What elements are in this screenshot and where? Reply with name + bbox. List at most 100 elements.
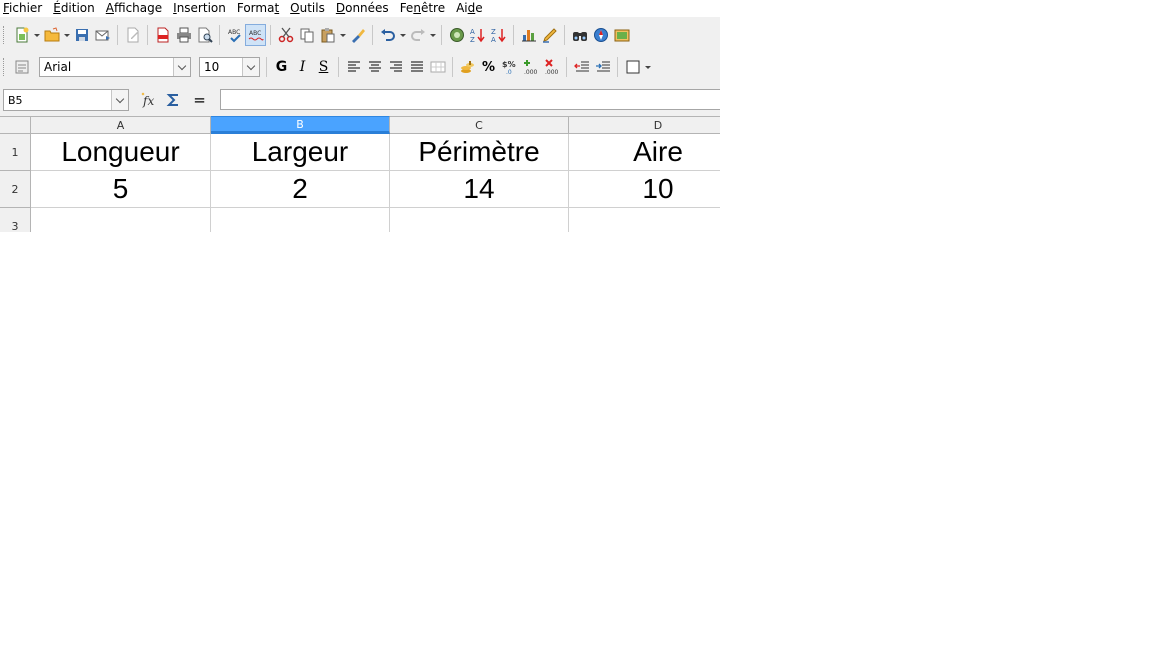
function-wizard-icon[interactable]: fx (138, 89, 159, 111)
redo-icon[interactable] (407, 24, 428, 46)
menu-outils[interactable]: Outils (290, 0, 325, 17)
menu-aide[interactable]: Aide (456, 0, 483, 17)
cell-b2[interactable]: 2 (211, 171, 390, 208)
svg-text:Z: Z (491, 28, 496, 36)
column-header-c[interactable]: C (390, 116, 569, 134)
find-replace-icon[interactable] (569, 24, 590, 46)
toolbar-separator (564, 25, 565, 45)
styles-icon[interactable] (11, 56, 32, 78)
email-icon[interactable] (92, 24, 113, 46)
print-icon[interactable] (173, 24, 194, 46)
name-box[interactable]: B5 (3, 89, 129, 111)
menu-insertion[interactable]: Insertion (173, 0, 226, 17)
redo-dropdown[interactable] (428, 24, 437, 46)
menu-edition[interactable]: Édition (53, 0, 95, 17)
menu-fenetre[interactable]: Fenêtre (400, 0, 445, 17)
export-pdf-icon[interactable] (152, 24, 173, 46)
toolbar-grip[interactable] (3, 58, 9, 76)
row-header-3[interactable]: 3 (0, 208, 31, 232)
formula-input[interactable] (220, 89, 720, 110)
font-name-select[interactable]: Arial (39, 57, 191, 77)
toolbar-separator (617, 57, 618, 77)
chevron-down-icon[interactable] (173, 58, 190, 76)
standard-toolbar: ABC ABC AZ ZA (0, 20, 720, 50)
navigator-icon[interactable] (446, 24, 467, 46)
cell-a2[interactable]: 5 (31, 171, 211, 208)
cell-c1[interactable]: Périmètre (390, 134, 569, 171)
toolbar-separator (452, 57, 453, 77)
cell-b3[interactable] (211, 208, 390, 232)
column-header-b[interactable]: B (211, 116, 390, 134)
cut-icon[interactable] (275, 24, 296, 46)
svg-text:fx: fx (142, 94, 154, 108)
menu-fichier[interactable]: Fichier (3, 0, 42, 17)
toolbar-separator (147, 25, 148, 45)
chevron-down-icon[interactable] (242, 58, 259, 76)
cell-a3[interactable] (31, 208, 211, 232)
menu-format[interactable]: Format (237, 0, 279, 17)
sort-descending-icon[interactable]: ZA (488, 24, 509, 46)
chart-icon[interactable] (518, 24, 539, 46)
paste-icon[interactable] (317, 24, 338, 46)
print-preview-icon[interactable] (194, 24, 215, 46)
italic-button[interactable]: I (292, 56, 313, 78)
toolbar-separator (513, 25, 514, 45)
column-header-a[interactable]: A (31, 116, 211, 134)
formula-equals-button[interactable]: = (189, 89, 210, 111)
save-icon[interactable] (71, 24, 92, 46)
add-decimal-icon[interactable]: .000 (520, 56, 541, 78)
new-dropdown[interactable] (32, 24, 41, 46)
justify-icon[interactable] (406, 56, 427, 78)
spellcheck-icon[interactable]: ABC (224, 24, 245, 46)
cell-d2[interactable]: 10 (569, 171, 720, 208)
undo-icon[interactable] (377, 24, 398, 46)
draw-functions-icon[interactable] (539, 24, 560, 46)
cell-c3[interactable] (390, 208, 569, 232)
toolbar-separator (270, 25, 271, 45)
align-left-icon[interactable] (343, 56, 364, 78)
copy-icon[interactable] (296, 24, 317, 46)
menu-donnees[interactable]: Données (336, 0, 389, 17)
increase-indent-icon[interactable] (592, 56, 613, 78)
clone-formatting-icon[interactable] (347, 24, 368, 46)
open-dropdown[interactable] (62, 24, 71, 46)
open-folder-icon[interactable] (41, 24, 62, 46)
merge-cells-icon[interactable] (427, 56, 448, 78)
gallery-icon[interactable] (611, 24, 632, 46)
decrease-indent-icon[interactable] (571, 56, 592, 78)
bold-button[interactable]: G (271, 56, 292, 78)
borders-icon[interactable] (622, 56, 643, 78)
column-header-d[interactable]: D (569, 116, 720, 134)
cell-a1[interactable]: Longueur (31, 134, 211, 171)
delete-decimal-icon[interactable]: .000 (541, 56, 562, 78)
currency-icon[interactable] (457, 56, 478, 78)
borders-dropdown[interactable] (643, 56, 652, 78)
formula-bar: B5 fx = (0, 87, 720, 113)
svg-text:A: A (470, 28, 475, 36)
toolbar-grip[interactable] (3, 26, 9, 44)
navigator-compass-icon[interactable] (590, 24, 611, 46)
font-size-select[interactable]: 10 (199, 57, 260, 77)
row-header-2[interactable]: 2 (0, 171, 31, 208)
undo-dropdown[interactable] (398, 24, 407, 46)
chevron-down-icon[interactable] (111, 90, 128, 110)
percent-button[interactable]: % (478, 56, 499, 78)
select-all-corner[interactable] (0, 116, 31, 134)
align-center-icon[interactable] (364, 56, 385, 78)
underline-button[interactable]: S (313, 56, 334, 78)
sort-ascending-icon[interactable]: AZ (467, 24, 488, 46)
sum-icon[interactable] (163, 89, 184, 111)
row-header-1[interactable]: 1 (0, 134, 31, 171)
autospellcheck-icon[interactable]: ABC (245, 24, 266, 46)
new-document-icon[interactable] (11, 24, 32, 46)
paste-dropdown[interactable] (338, 24, 347, 46)
edit-file-icon[interactable] (122, 24, 143, 46)
cell-d1[interactable]: Aire (569, 134, 720, 171)
cell-c2[interactable]: 14 (390, 171, 569, 208)
number-format-icon[interactable]: $% .0 (499, 56, 520, 78)
cell-b1[interactable]: Largeur (211, 134, 390, 171)
toolbar-separator (441, 25, 442, 45)
menu-affichage[interactable]: Affichage (106, 0, 162, 17)
align-right-icon[interactable] (385, 56, 406, 78)
cell-d3[interactable] (569, 208, 720, 232)
